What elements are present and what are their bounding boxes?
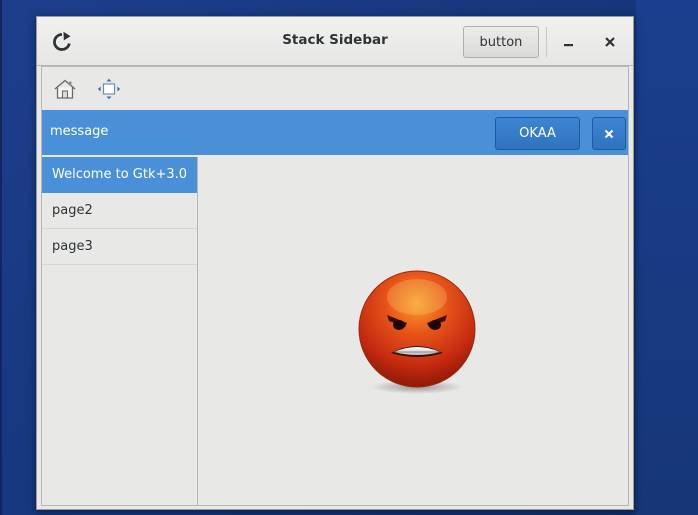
close-icon bbox=[605, 37, 615, 47]
minimize-button[interactable] bbox=[556, 29, 582, 55]
sidebar-item-page2[interactable]: page2 bbox=[42, 193, 197, 229]
stack-sidebar: Welcome to Gtk+3.0 page2 page3 bbox=[42, 157, 198, 505]
desktop-edge bbox=[0, 0, 2, 515]
stack-page bbox=[199, 157, 628, 505]
reload-icon bbox=[53, 31, 71, 51]
sidebar-item-page3[interactable]: page3 bbox=[42, 229, 197, 265]
toolbar bbox=[42, 67, 628, 110]
desktop-background bbox=[636, 0, 698, 515]
app-window: Stack Sidebar button message OKAA Welcom… bbox=[36, 16, 634, 510]
info-bar: message OKAA bbox=[42, 110, 628, 155]
reload-button[interactable] bbox=[49, 29, 75, 55]
header-button[interactable]: button bbox=[463, 26, 539, 58]
close-button[interactable] bbox=[597, 29, 623, 55]
fullscreen-button[interactable] bbox=[97, 78, 121, 100]
home-icon bbox=[54, 79, 76, 99]
fullscreen-icon bbox=[97, 78, 121, 100]
info-ok-button[interactable]: OKAA bbox=[495, 117, 580, 150]
info-close-button[interactable] bbox=[592, 117, 626, 150]
close-icon bbox=[604, 129, 614, 138]
home-button[interactable] bbox=[52, 77, 78, 101]
info-message: message bbox=[50, 124, 109, 139]
header-bar: Stack Sidebar button bbox=[37, 17, 633, 66]
main-content: message OKAA Welcome to Gtk+3.0 page2 pa… bbox=[41, 66, 629, 506]
window-title: Stack Sidebar bbox=[282, 32, 388, 48]
angry-face-icon bbox=[358, 270, 476, 394]
minimize-icon bbox=[564, 44, 573, 47]
header-separator bbox=[546, 27, 547, 57]
sidebar-item-welcome[interactable]: Welcome to Gtk+3.0 bbox=[42, 157, 197, 193]
